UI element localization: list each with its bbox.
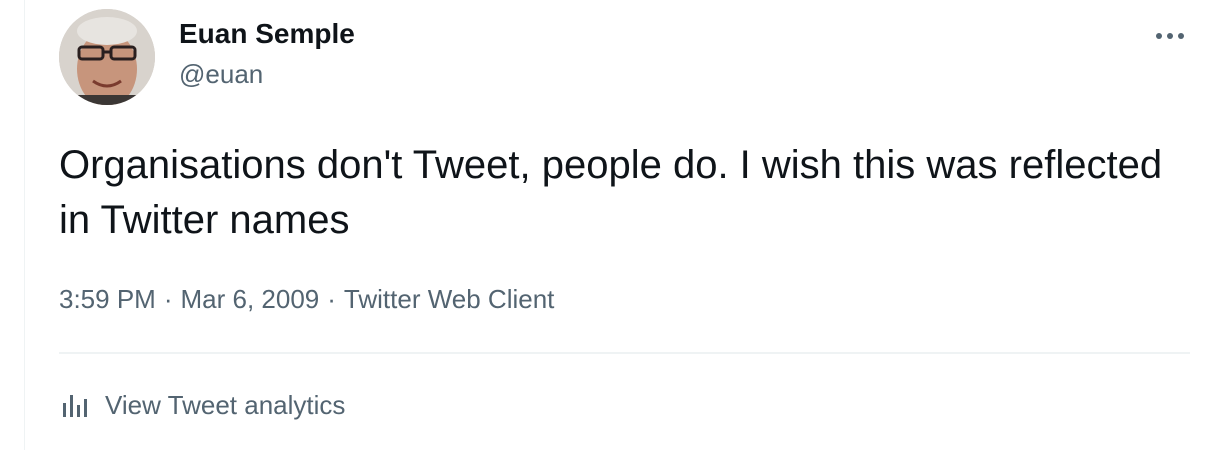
author-handle[interactable]: @euan — [179, 57, 263, 91]
author-name[interactable]: Euan Semple — [179, 16, 355, 52]
analytics-label: View Tweet analytics — [105, 390, 346, 420]
avatar[interactable] — [59, 9, 155, 105]
meta-separator: · — [327, 284, 336, 314]
divider — [59, 352, 1190, 354]
tweet-text: Organisations don't Tweet, people do. I … — [59, 143, 1163, 242]
bar-chart-icon — [63, 395, 87, 417]
view-tweet-analytics-link[interactable]: View Tweet analytics — [59, 388, 345, 422]
tweet-detail: Euan Semple @euan Organisations don't Tw… — [0, 0, 1206, 450]
more-horizontal-icon — [1156, 33, 1184, 39]
profile-photo-icon — [59, 9, 155, 105]
tweet-date[interactable]: Mar 6, 2009 — [181, 284, 320, 314]
column-border — [24, 0, 25, 450]
more-options-button[interactable] — [1150, 22, 1190, 50]
tweet-client[interactable]: Twitter Web Client — [344, 284, 554, 314]
meta-separator: · — [163, 284, 173, 314]
tweet-time[interactable]: 3:59 PM — [59, 284, 156, 314]
tweet-meta: 3:59 PM · Mar 6, 2009 · Twitter Web Client — [59, 282, 554, 316]
